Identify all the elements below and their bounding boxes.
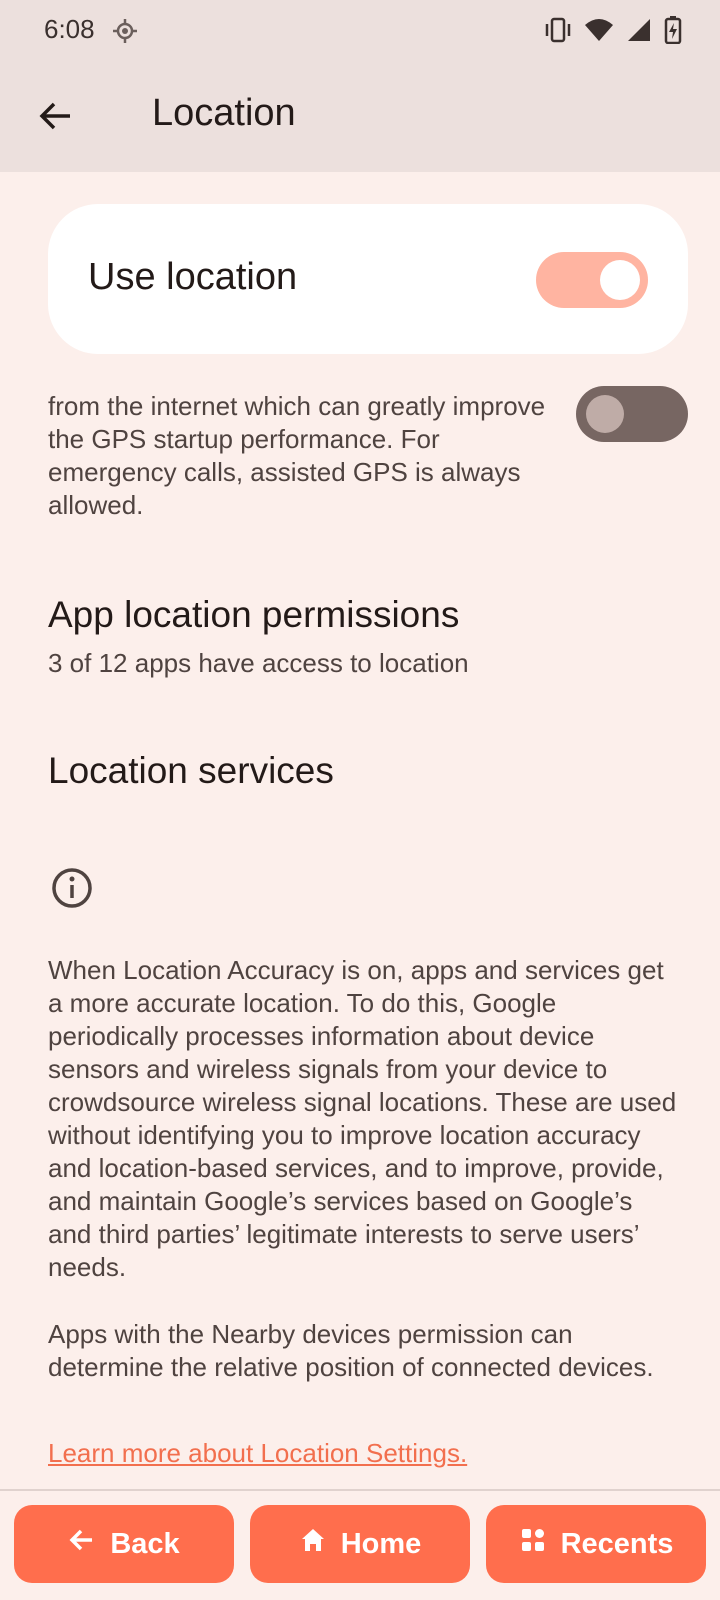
use-location-card[interactable]: Use location [48, 204, 688, 354]
home-button-label: Home [340, 1527, 422, 1560]
signal-icon [626, 17, 652, 48]
recents-button[interactable]: Recents [486, 1505, 706, 1583]
app-location-permissions-subtitle: 3 of 12 apps have access to location [48, 648, 469, 678]
assisted-gps-description: from the internet which can greatly impr… [48, 391, 546, 520]
location-services-title[interactable]: Location services [48, 750, 334, 792]
status-bar: 6:08 [0, 0, 720, 62]
page-title: Location [152, 92, 296, 134]
home-button[interactable]: Home [250, 1505, 470, 1583]
assisted-gps-toggle[interactable] [576, 386, 688, 442]
use-location-toggle[interactable] [536, 252, 648, 308]
home-icon [299, 1526, 327, 1562]
vibrate-icon [544, 17, 572, 48]
nearby-devices-info: Apps with the Nearby devices permission … [48, 1319, 654, 1382]
arrow-left-icon [68, 1526, 96, 1562]
use-location-label: Use location [88, 256, 298, 298]
status-time: 6:08 [44, 14, 95, 44]
app-bar: Location [0, 62, 720, 172]
recents-grid-icon [519, 1526, 547, 1562]
toggle-knob [600, 260, 640, 300]
recents-button-label: Recents [560, 1527, 674, 1560]
navigation-bar: Back Home Recents [0, 1491, 720, 1600]
back-button-label: Back [110, 1527, 180, 1560]
back-button[interactable]: Back [14, 1505, 234, 1583]
app-location-permissions-title[interactable]: App location permissions [48, 594, 459, 636]
info-icon [50, 866, 94, 910]
toggle-knob [586, 395, 624, 433]
learn-more-link[interactable]: Learn more about Location Settings. [48, 1438, 467, 1469]
arrow-back-icon[interactable] [36, 96, 76, 136]
location-icon [112, 18, 138, 49]
location-accuracy-info: When Location Accuracy is on, apps and s… [48, 955, 677, 1282]
wifi-icon [584, 17, 614, 48]
battery-charging-icon [664, 16, 682, 49]
